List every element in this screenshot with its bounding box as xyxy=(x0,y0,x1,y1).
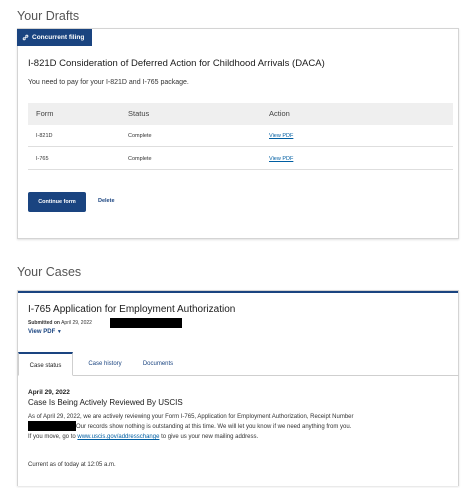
column-header-action: Action xyxy=(269,109,290,118)
view-pdf-label: View PDF xyxy=(28,329,56,335)
continue-form-button[interactable]: Continue form xyxy=(28,192,86,212)
tab-case-history[interactable]: Case history xyxy=(76,352,134,376)
delete-button[interactable]: Delete xyxy=(98,198,115,204)
view-pdf-dropdown[interactable]: View PDF ▼ xyxy=(28,329,62,335)
caret-down-icon: ▼ xyxy=(56,329,62,335)
submitted-line: Submitted on April 29, 2022 xyxy=(28,320,92,326)
status-line-3: If you move, go to www.uscis.gov/address… xyxy=(28,432,458,442)
link-icon xyxy=(22,34,29,41)
current-as-of: Current as of today at 12:05 a.m. xyxy=(28,462,116,468)
column-header-status: Status xyxy=(128,109,150,118)
table-row: I-765 Complete View PDF xyxy=(28,148,453,170)
table-row: I-821D Complete View PDF xyxy=(28,125,453,147)
row-status: Complete xyxy=(128,156,152,162)
row-status: Complete xyxy=(128,133,152,139)
concurrent-filing-badge: Concurrent filing xyxy=(17,29,92,46)
drafts-heading: Your Drafts xyxy=(17,9,80,23)
draft-title: I-821D Consideration of Deferred Action … xyxy=(28,58,325,69)
row-form: I-765 xyxy=(36,156,49,162)
tab-documents[interactable]: Documents xyxy=(134,352,182,376)
drafts-table-header: Form Status Action xyxy=(28,103,453,125)
card-accent-bar xyxy=(18,291,458,293)
submitted-prefix: Submitted on xyxy=(28,320,60,326)
draft-subtitle: You need to pay for your I-821D and I-76… xyxy=(28,79,189,86)
submitted-date: April 29, 2022 xyxy=(61,320,92,326)
status-line-1: As of April 29, 2022, we are actively re… xyxy=(28,414,354,420)
row-form: I-821D xyxy=(36,133,53,139)
view-pdf-link[interactable]: View PDF xyxy=(269,148,293,170)
case-tabs: Case status Case history Documents xyxy=(18,352,459,376)
badge-label: Concurrent filing xyxy=(32,34,85,41)
view-pdf-link[interactable]: View PDF xyxy=(269,125,293,147)
column-header-form: Form xyxy=(36,109,54,118)
tab-case-status[interactable]: Case status xyxy=(18,352,73,376)
case-title: I-765 Application for Employment Authori… xyxy=(28,304,236,315)
address-change-prefix: If you move, go to xyxy=(28,434,76,440)
status-headline: Case Is Being Actively Reviewed By USCIS xyxy=(28,398,183,407)
address-change-suffix: to give us your new mailing address. xyxy=(161,434,259,440)
redacted-receipt-number xyxy=(28,421,76,431)
cases-heading: Your Cases xyxy=(17,265,82,279)
status-line-2: Our records show nothing is outstanding … xyxy=(76,424,352,430)
status-date: April 29, 2022 xyxy=(28,389,70,396)
redacted-receipt-number xyxy=(110,318,182,328)
address-change-link[interactable]: www.uscis.gov/addresschange xyxy=(77,434,159,440)
